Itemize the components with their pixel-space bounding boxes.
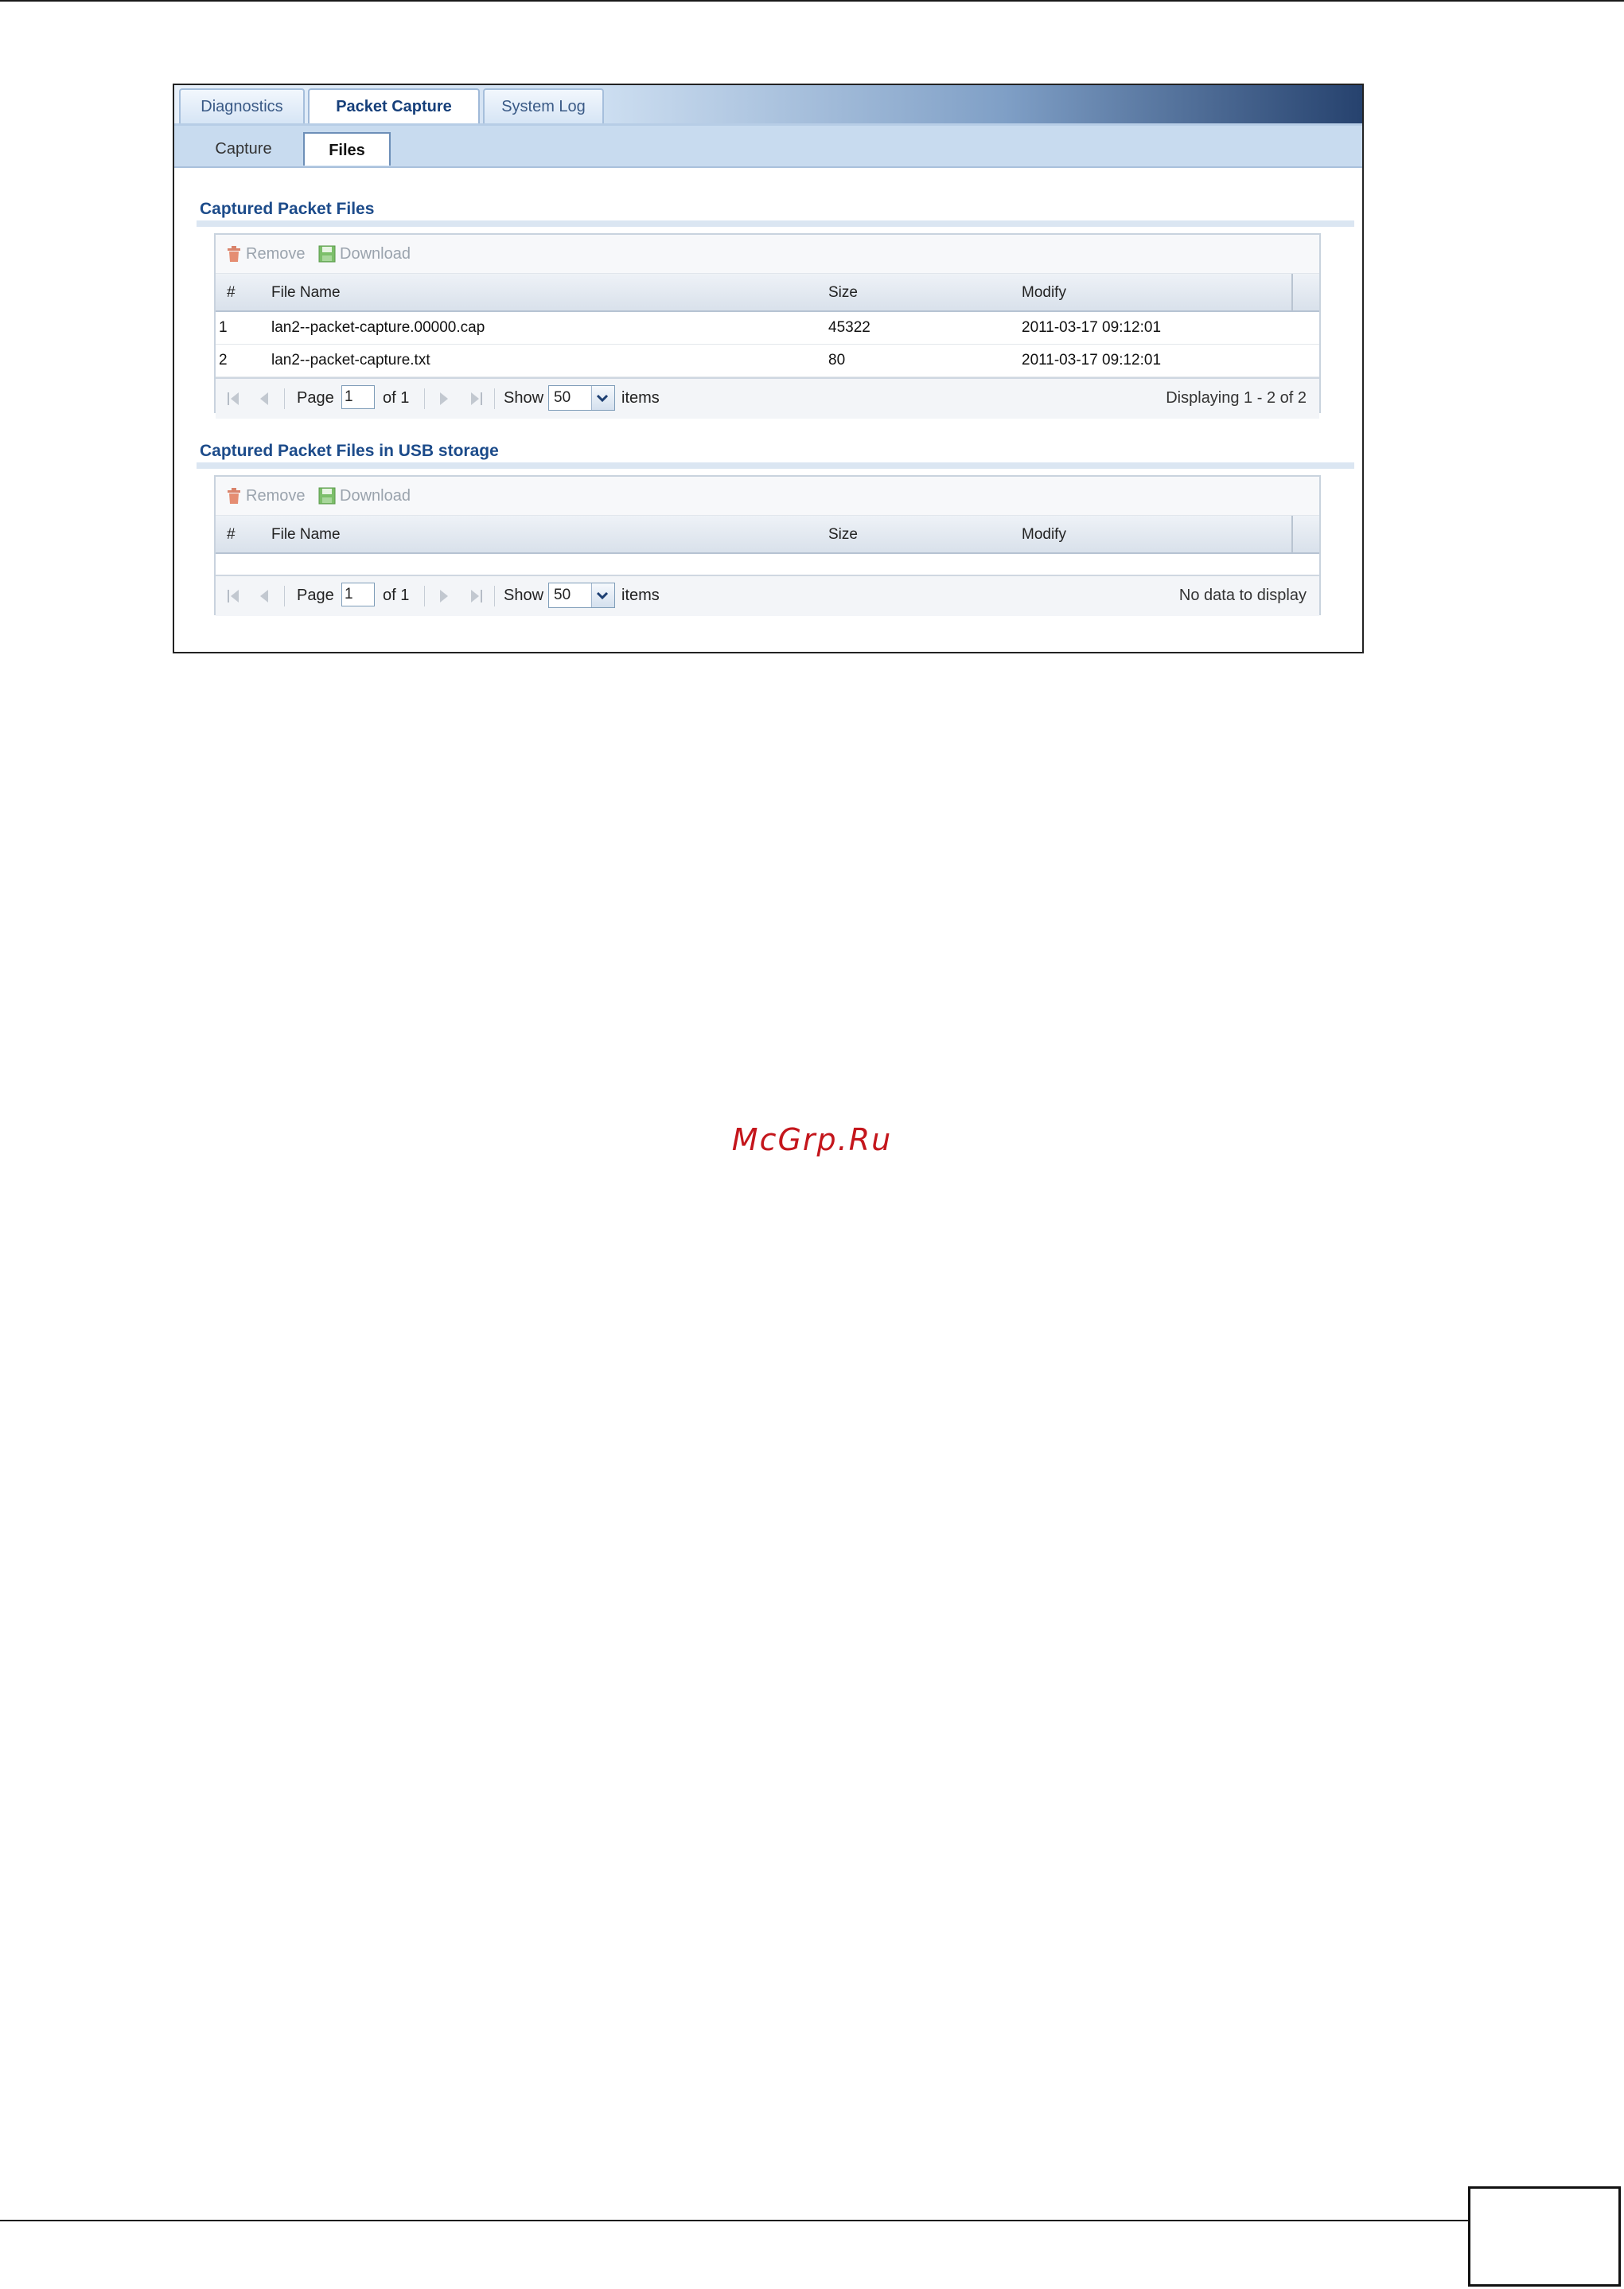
save-icon bbox=[318, 487, 336, 505]
first-page-icon[interactable] bbox=[225, 587, 243, 605]
page-count-label: of 1 bbox=[383, 587, 410, 604]
save-icon bbox=[318, 245, 336, 263]
section-title-captured: Captured Packet Files bbox=[200, 200, 375, 218]
col-header-size[interactable]: Size bbox=[828, 284, 858, 302]
tab-diagnostics[interactable]: Diagnostics bbox=[179, 88, 305, 123]
usb-files-panel: Remove Download # File Name Size Modify … bbox=[214, 475, 1321, 616]
page-size-value: 50 bbox=[554, 587, 571, 603]
display-status: Displaying 1 - 2 of 2 bbox=[1166, 389, 1307, 407]
row-file-name: lan2--packet-capture.00000.cap bbox=[271, 319, 485, 336]
row-size: 80 bbox=[828, 352, 846, 369]
pagination-bar: Page 1 of 1 Show 50 items Displaying 1 -… bbox=[216, 377, 1319, 419]
next-page-icon[interactable] bbox=[437, 587, 451, 605]
remove-label: Remove bbox=[246, 486, 306, 505]
show-label: Show bbox=[504, 389, 544, 407]
column-separator bbox=[1291, 274, 1293, 310]
row-size: 45322 bbox=[828, 319, 870, 336]
col-header-file-name[interactable]: File Name bbox=[271, 526, 341, 544]
page-size-value: 50 bbox=[554, 389, 571, 406]
next-page-icon[interactable] bbox=[437, 390, 451, 407]
trash-icon bbox=[228, 488, 240, 504]
section-rule bbox=[197, 220, 1354, 227]
page-number-input[interactable]: 1 bbox=[341, 583, 375, 606]
table-header: # File Name Size Modify bbox=[216, 516, 1319, 554]
row-number: 2 bbox=[219, 352, 228, 369]
items-label: items bbox=[621, 389, 660, 407]
table-header: # File Name Size Modify bbox=[216, 274, 1319, 312]
tab-packet-capture[interactable]: Packet Capture bbox=[308, 88, 480, 125]
page-number-box bbox=[1468, 2186, 1621, 2287]
sub-tab-bar: Capture Files bbox=[174, 123, 1362, 168]
page-label: Page bbox=[297, 389, 334, 407]
remove-button[interactable]: Remove bbox=[225, 486, 305, 505]
table-row[interactable]: 2 lan2--packet-capture.txt 80 2011-03-17… bbox=[216, 345, 1319, 377]
separator bbox=[494, 586, 495, 606]
col-header-file-name[interactable]: File Name bbox=[271, 284, 341, 302]
download-label: Download bbox=[340, 486, 411, 505]
table-row[interactable]: 1 lan2--packet-capture.00000.cap 45322 2… bbox=[216, 312, 1319, 345]
first-page-icon[interactable] bbox=[225, 390, 243, 407]
page-count-label: of 1 bbox=[383, 389, 410, 407]
page-number-input[interactable]: 1 bbox=[341, 385, 375, 409]
previous-page-icon[interactable] bbox=[257, 587, 271, 605]
main-tab-bar: Diagnostics Packet Capture System Log bbox=[174, 85, 1362, 125]
row-modify: 2011-03-17 09:12:01 bbox=[1022, 319, 1162, 336]
bottom-rule bbox=[0, 2220, 1468, 2221]
col-header-modify[interactable]: Modify bbox=[1022, 284, 1066, 302]
remove-label: Remove bbox=[246, 244, 306, 263]
captured-files-panel: Remove Download # File Name Size Modify … bbox=[214, 233, 1321, 419]
empty-table-body bbox=[216, 554, 1319, 575]
trash-icon bbox=[228, 246, 240, 262]
pagination-bar: Page 1 of 1 Show 50 items No data to dis… bbox=[216, 575, 1319, 616]
download-label: Download bbox=[340, 244, 411, 263]
row-modify: 2011-03-17 09:12:01 bbox=[1022, 352, 1162, 369]
last-page-icon[interactable] bbox=[467, 390, 485, 407]
section-title-usb: Captured Packet Files in USB storage bbox=[200, 442, 499, 460]
remove-button[interactable]: Remove bbox=[225, 244, 305, 263]
chevron-down-icon[interactable] bbox=[591, 583, 614, 607]
col-header-number[interactable]: # bbox=[227, 526, 236, 544]
row-file-name: lan2--packet-capture.txt bbox=[271, 352, 430, 369]
column-separator bbox=[1291, 516, 1293, 552]
tab-system-log[interactable]: System Log bbox=[483, 88, 604, 123]
items-label: items bbox=[621, 587, 660, 604]
download-button[interactable]: Download bbox=[317, 486, 411, 505]
subtab-files[interactable]: Files bbox=[303, 132, 391, 166]
separator bbox=[424, 388, 425, 409]
display-status: No data to display bbox=[1178, 587, 1307, 604]
section-rule bbox=[197, 462, 1354, 469]
packet-capture-window: Diagnostics Packet Capture System Log Ca… bbox=[173, 84, 1364, 653]
separator bbox=[284, 388, 285, 409]
page-label: Page bbox=[297, 587, 334, 604]
separator bbox=[494, 388, 495, 409]
toolbar: Remove Download bbox=[216, 477, 1319, 516]
col-header-modify[interactable]: Modify bbox=[1022, 526, 1066, 544]
page-size-select[interactable]: 50 bbox=[548, 385, 615, 411]
last-page-icon[interactable] bbox=[467, 587, 485, 605]
row-number: 1 bbox=[219, 319, 228, 336]
separator bbox=[424, 586, 425, 606]
download-button[interactable]: Download bbox=[317, 244, 411, 263]
toolbar: Remove Download bbox=[216, 235, 1319, 274]
previous-page-icon[interactable] bbox=[257, 390, 271, 407]
show-label: Show bbox=[504, 587, 544, 604]
col-header-number[interactable]: # bbox=[227, 284, 236, 302]
separator bbox=[284, 586, 285, 606]
page-size-select[interactable]: 50 bbox=[548, 583, 615, 608]
top-rule bbox=[0, 0, 1624, 2]
chevron-down-icon[interactable] bbox=[591, 386, 614, 410]
subtab-capture[interactable]: Capture bbox=[200, 132, 287, 166]
watermark: McGrp.Ru bbox=[731, 1122, 893, 1157]
col-header-size[interactable]: Size bbox=[828, 526, 858, 544]
